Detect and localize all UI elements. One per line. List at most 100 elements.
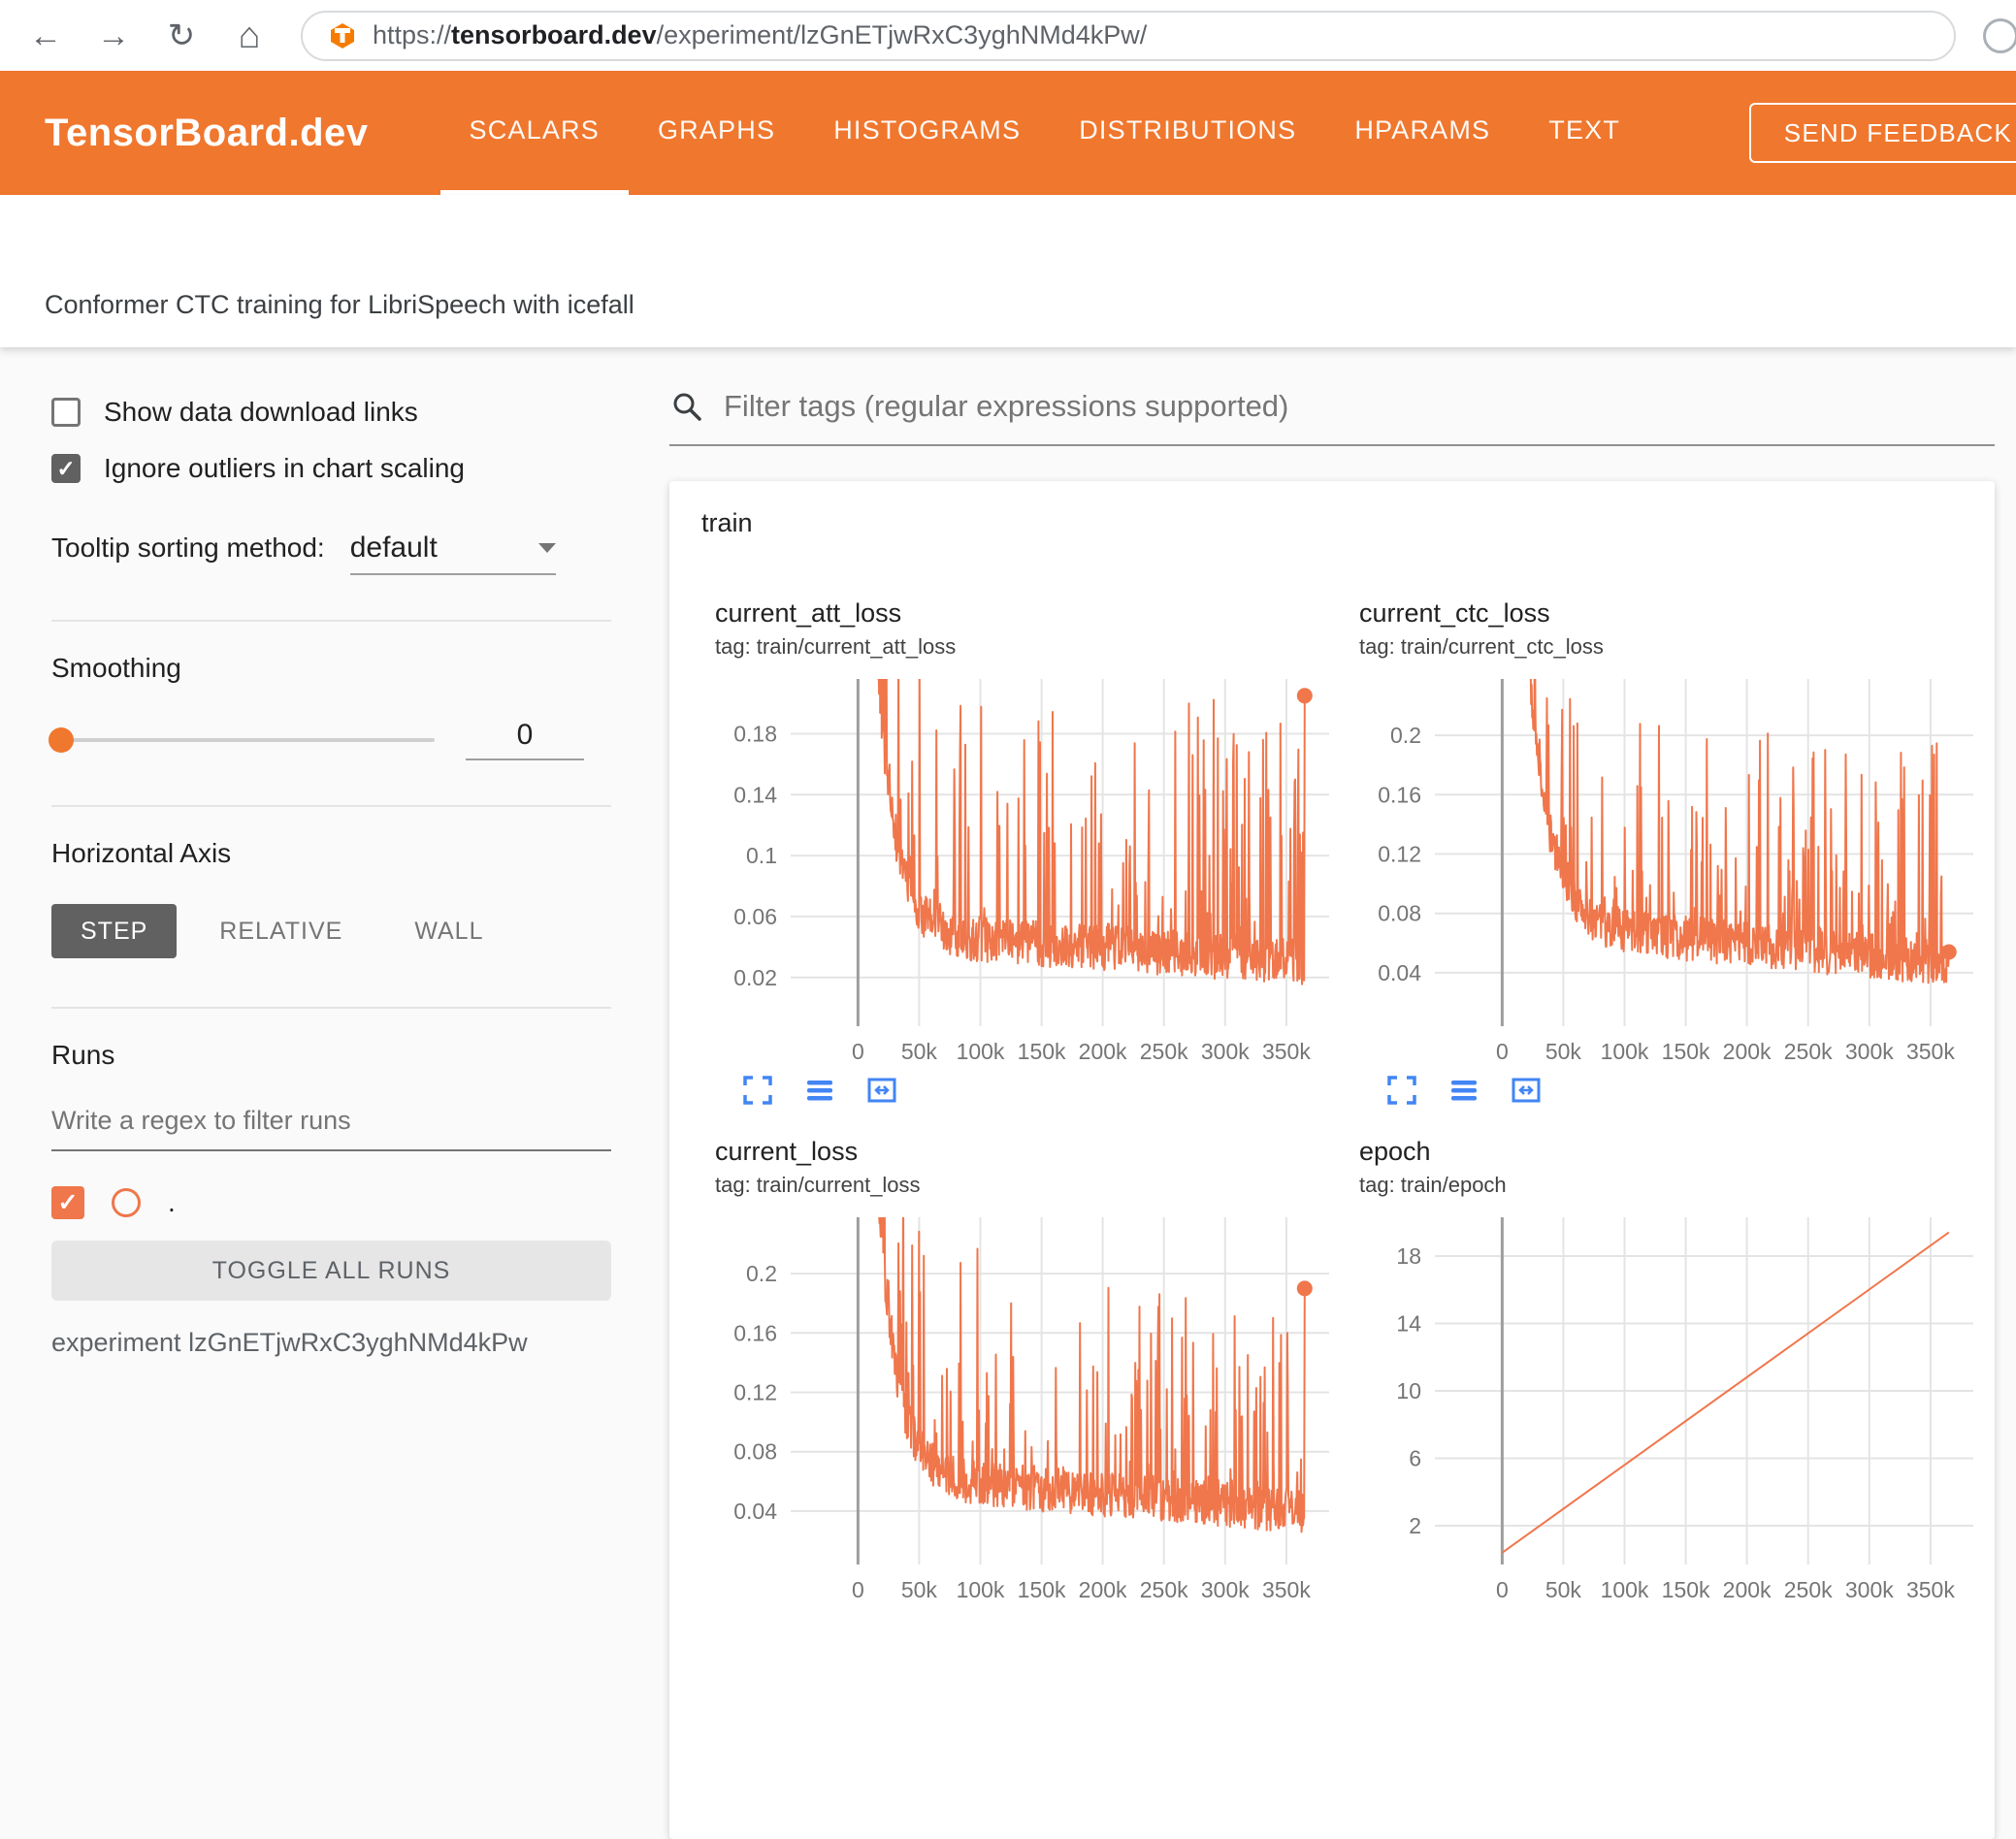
series-line — [878, 1217, 1306, 1533]
chart-tag: tag: train/current_ctc_loss — [1359, 634, 1604, 659]
reload-icon[interactable]: ↻ — [161, 19, 202, 52]
y-tick-label: 0.18 — [733, 722, 777, 747]
x-tick-label: 0 — [852, 1039, 864, 1064]
horizontal-axis-label: Horizontal Axis — [51, 838, 232, 868]
chart-plot[interactable]: 0.04 0.08 0.12 0.16 0.2 0 50k 100k 150k 200k 250k 3… — [1357, 667, 1988, 1067]
axis-relative-button[interactable]: RELATIVE — [190, 904, 372, 958]
x-tick-label: 50k — [1545, 1039, 1582, 1064]
axis-step-button[interactable]: STEP — [51, 904, 178, 958]
tab-text[interactable]: TEXT — [1519, 71, 1649, 195]
y-tick-label: 6 — [1409, 1446, 1421, 1471]
show-download-links-checkbox[interactable] — [51, 398, 81, 427]
fit-domain-icon[interactable] — [864, 1073, 899, 1108]
x-tick-label: 200k — [1723, 1039, 1772, 1064]
send-feedback-button[interactable]: SEND FEEDBACK — [1748, 103, 2016, 163]
card-section-label: train — [701, 508, 753, 537]
chart-plot[interactable]: 0.02 0.06 0.1 0.14 0.18 0 50k 100k 150k 200k 250k 3… — [713, 667, 1344, 1067]
y-tick-label: 18 — [1396, 1243, 1421, 1269]
main-area: train current_att_loss tag: train/curren… — [643, 347, 2016, 1839]
brand-title: TensorBoard.dev — [45, 111, 369, 154]
run-name: . — [168, 1187, 176, 1217]
axis-wall-button[interactable]: WALL — [385, 904, 512, 958]
expand-chart-icon[interactable] — [740, 1073, 775, 1108]
x-tick-label: 150k — [1018, 1039, 1066, 1064]
x-tick-label: 0 — [852, 1577, 864, 1602]
chart-title: current_att_loss — [715, 598, 902, 628]
x-tick-label: 50k — [901, 1577, 938, 1602]
tooltip-sorting-row: Tooltip sorting method: default — [51, 532, 611, 575]
run-row: . — [51, 1186, 611, 1219]
train-card: train current_att_loss tag: train/curren… — [669, 481, 1995, 1839]
x-tick-label: 200k — [1079, 1039, 1127, 1064]
x-tick-label: 150k — [1662, 1039, 1710, 1064]
tab-hparams[interactable]: HPARAMS — [1325, 71, 1519, 195]
end-marker — [1296, 1280, 1313, 1297]
divider — [51, 1007, 611, 1009]
settings-sidebar: Show data download links Ignore outliers… — [0, 347, 643, 1616]
view-data-icon[interactable] — [1447, 1073, 1481, 1108]
home-icon[interactable]: ⌂ — [229, 17, 270, 54]
title-strip: Conformer CTC training for LibriSpeech w… — [0, 195, 2016, 347]
address-bar[interactable]: https://tensorboard.dev/experiment/lzGnE… — [301, 10, 1956, 61]
x-tick-label: 100k — [1601, 1577, 1649, 1602]
search-icon — [669, 389, 704, 424]
tooltip-sorting-dropdown[interactable]: default — [349, 532, 556, 575]
tab-histograms[interactable]: HISTOGRAMS — [804, 71, 1050, 195]
tensorboard-favicon-icon — [328, 21, 357, 50]
chart-plot[interactable]: 0.04 0.08 0.12 0.16 0.2 0 50k 100k 150k 200k 250k 3… — [713, 1206, 1344, 1605]
y-tick-label: 0.04 — [733, 1499, 777, 1524]
smoothing-value-input[interactable]: 0 — [466, 719, 584, 760]
tab-graphs[interactable]: GRAPHS — [629, 71, 804, 195]
tooltip-sorting-label: Tooltip sorting method: — [51, 532, 325, 563]
content: Show data download links Ignore outliers… — [0, 347, 2016, 1839]
chart-tag: tag: train/epoch — [1359, 1173, 1507, 1197]
experiment-description: Conformer CTC training for LibriSpeech w… — [45, 290, 634, 319]
chart-cell-epoch: epoch tag: train/epoch 2 6 10 14 18 0 50k 100k 1… — [1357, 1137, 1988, 1605]
runs-filter-input[interactable] — [51, 1106, 611, 1151]
x-tick-label: 100k — [957, 1577, 1005, 1602]
show-download-links-row: Show data download links — [51, 392, 611, 433]
toggle-all-runs-button[interactable]: TOGGLE ALL RUNS — [51, 1241, 611, 1301]
y-tick-label: 14 — [1396, 1311, 1421, 1337]
back-icon[interactable]: ← — [25, 19, 66, 52]
y-tick-label: 0.2 — [746, 1261, 777, 1286]
chart-toolbar — [713, 1073, 1344, 1108]
y-tick-label: 0.04 — [1378, 960, 1421, 985]
run-checkbox[interactable] — [51, 1186, 84, 1219]
expand-chart-icon[interactable] — [1384, 1073, 1419, 1108]
ignore-outliers-checkbox[interactable] — [51, 454, 81, 483]
run-color-swatch[interactable] — [112, 1188, 141, 1217]
filter-tags-input[interactable] — [722, 388, 1995, 425]
forward-icon[interactable]: → — [93, 19, 134, 52]
x-tick-label: 100k — [1601, 1039, 1649, 1064]
x-tick-label: 250k — [1140, 1577, 1188, 1602]
ignore-outliers-label: Ignore outliers in chart scaling — [104, 453, 465, 483]
smoothing-slider-thumb[interactable] — [49, 726, 74, 753]
y-tick-label: 0.12 — [733, 1380, 777, 1405]
tab-distributions[interactable]: DISTRIBUTIONS — [1050, 71, 1325, 195]
show-download-links-label: Show data download links — [104, 397, 418, 427]
experiment-id-label: experiment lzGnETjwRxC3yghNMd4kPw — [51, 1328, 528, 1357]
smoothing-slider-track[interactable] — [49, 726, 435, 753]
tooltip-sorting-value: default — [349, 532, 438, 564]
url-host: tensorboard.dev — [451, 20, 657, 49]
ignore-outliers-row: Ignore outliers in chart scaling — [51, 448, 611, 489]
fit-domain-icon[interactable] — [1509, 1073, 1544, 1108]
x-tick-label: 200k — [1079, 1577, 1127, 1602]
url-text: https://tensorboard.dev/experiment/lzGnE… — [373, 20, 1147, 50]
x-tick-label: 300k — [1845, 1039, 1894, 1064]
view-data-icon[interactable] — [802, 1073, 837, 1108]
chart-tag: tag: train/current_att_loss — [715, 634, 957, 659]
smoothing-slider-row: 0 — [49, 719, 611, 760]
chart-plot[interactable]: 2 6 10 14 18 0 50k 100k 150k 200k 250k 300k 350k — [1357, 1206, 1988, 1605]
x-tick-label: 0 — [1496, 1039, 1509, 1064]
url-scheme: https:// — [373, 20, 452, 49]
x-tick-label: 0 — [1496, 1577, 1509, 1602]
filter-tags-row — [669, 388, 1995, 446]
tab-scalars[interactable]: SCALARS — [439, 71, 629, 195]
chevron-down-icon — [537, 543, 556, 553]
y-tick-label: 2 — [1409, 1513, 1421, 1538]
y-tick-label: 0.12 — [1378, 842, 1421, 867]
browser-profile-avatar[interactable] — [1983, 17, 2016, 53]
x-tick-label: 50k — [1545, 1577, 1582, 1602]
